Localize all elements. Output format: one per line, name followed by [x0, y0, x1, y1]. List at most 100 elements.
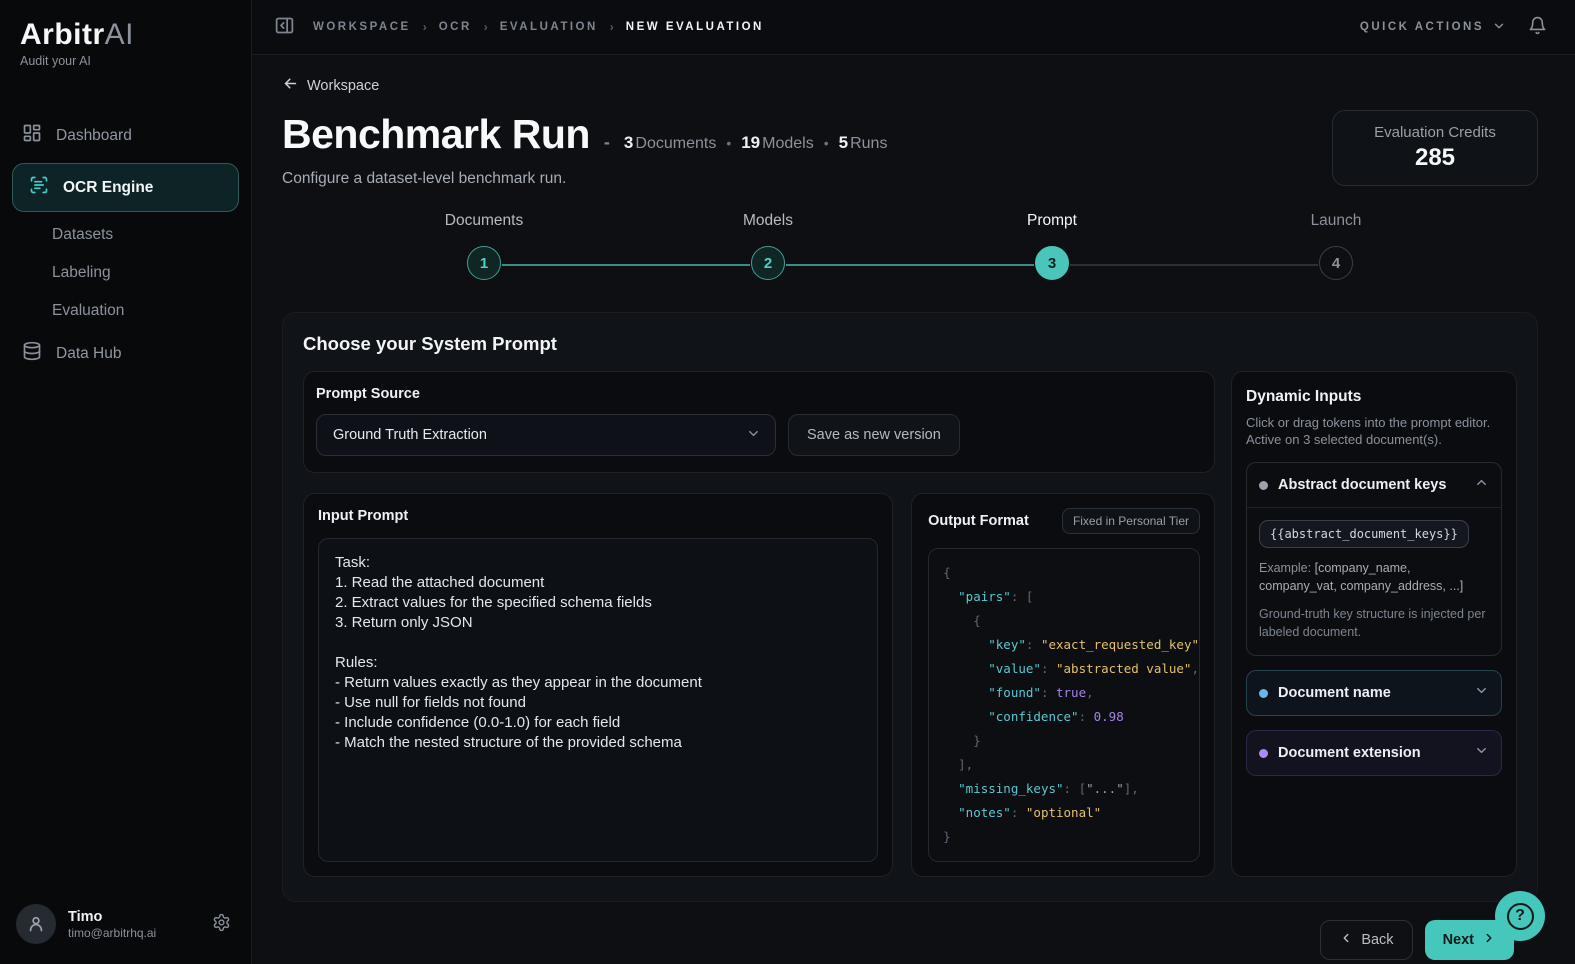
step-circle-3[interactable]: 3	[1035, 246, 1069, 280]
back-button[interactable]: Back	[1320, 920, 1412, 960]
stat-bullet: •	[824, 135, 829, 151]
topbar: WORKSPACE › OCR › EVALUATION › NEW EVALU…	[252, 0, 1575, 55]
stat-documents-label: Documents	[635, 135, 716, 152]
sidebar-item-dashboard[interactable]: Dashboard	[0, 112, 251, 159]
dynamic-inputs-title: Dynamic Inputs	[1246, 388, 1502, 406]
panel-collapse-icon	[274, 15, 295, 39]
help-button[interactable]: ?	[1495, 891, 1545, 941]
step-label: Models	[743, 212, 793, 234]
group-dot	[1259, 749, 1268, 758]
next-button-label: Next	[1443, 932, 1474, 948]
sidebar-nav: Dashboard OCR Engine Datasets Labeling E…	[0, 112, 251, 377]
breadcrumb: WORKSPACE › OCR › EVALUATION › NEW EVALU…	[313, 20, 764, 34]
breadcrumb-evaluation[interactable]: EVALUATION	[500, 21, 598, 33]
prompt-source-select[interactable]: Ground Truth Extraction	[316, 414, 776, 456]
token-example: Example: [company_name, company_vat, com…	[1259, 559, 1489, 595]
token-group-document-extension-header[interactable]: Document extension	[1247, 731, 1501, 775]
output-format-panel: Output Format Fixed in Personal Tier { "…	[911, 493, 1215, 877]
stat-bullet: •	[726, 135, 731, 151]
input-prompt-textarea[interactable]: Task: 1. Read the attached document 2. E…	[318, 538, 878, 862]
token-chip-abstract-document-keys[interactable]: {{abstract_document_keys}}	[1259, 520, 1469, 548]
arrow-left-icon	[282, 75, 299, 96]
breadcrumb-new-evaluation: NEW EVALUATION	[626, 21, 764, 33]
breadcrumb-ocr[interactable]: OCR	[439, 21, 472, 33]
evaluation-credits-card: Evaluation Credits 285	[1332, 110, 1538, 186]
breadcrumb-separator: ›	[423, 20, 427, 34]
run-stats: 3Documents • 19Models • 5Runs	[624, 133, 888, 153]
breadcrumb-separator: ›	[610, 20, 614, 34]
output-format-code: { "pairs": [ { "key": "exact_requested_k…	[928, 548, 1200, 862]
step-label: Launch	[1311, 212, 1362, 234]
brand-tagline: Audit your AI	[20, 54, 231, 68]
user-name: Timo	[68, 909, 196, 925]
brand-name-light: AI	[105, 18, 134, 51]
brand-name-bold: Arbitr	[20, 18, 105, 51]
stat-models-label: Models	[762, 135, 814, 152]
token-group-abstract-keys: Abstract document keys {{abstract_docume…	[1246, 462, 1502, 656]
stat-models-value: 19	[741, 133, 760, 152]
step-documents: Documents 1	[342, 212, 626, 292]
bell-icon	[1528, 16, 1547, 38]
sidebar-item-data-hub[interactable]: Data Hub	[0, 330, 251, 377]
scan-text-icon	[29, 175, 49, 200]
brand-logo: ArbitrAI Audit your AI	[0, 0, 251, 78]
credits-value: 285	[1415, 144, 1455, 172]
prompt-source-selected-value: Ground Truth Extraction	[333, 427, 487, 443]
database-icon	[22, 341, 42, 366]
user-email: timo@arbitrhq.ai	[68, 926, 196, 940]
prompt-source-panel: Prompt Source Ground Truth Extraction Sa…	[303, 371, 1215, 473]
tier-badge: Fixed in Personal Tier	[1062, 508, 1200, 534]
sidebar-collapse-button[interactable]	[274, 15, 295, 39]
token-note: Ground-truth key structure is injected p…	[1259, 605, 1489, 641]
chevron-down-icon	[1492, 19, 1506, 36]
back-button-label: Back	[1361, 932, 1393, 948]
save-as-new-version-button[interactable]: Save as new version	[788, 414, 960, 456]
token-group-document-extension: Document extension	[1246, 730, 1502, 776]
quick-actions-label: QUICK ACTIONS	[1360, 21, 1484, 33]
avatar	[16, 904, 56, 944]
sidebar-item-labeling[interactable]: Labeling	[0, 254, 251, 292]
step-label: Prompt	[1027, 212, 1077, 234]
sidebar-item-evaluation[interactable]: Evaluation	[0, 292, 251, 330]
group-label: Document name	[1278, 685, 1464, 701]
quick-actions-button[interactable]: QUICK ACTIONS	[1360, 19, 1506, 36]
user-meta: Timo timo@arbitrhq.ai	[68, 909, 196, 940]
input-prompt-panel: Input Prompt Task: 1. Read the attached …	[303, 493, 893, 877]
stat-documents-value: 3	[624, 133, 633, 152]
step-circle-2[interactable]: 2	[751, 246, 785, 280]
help-icon: ?	[1507, 903, 1534, 930]
group-label: Abstract document keys	[1278, 477, 1464, 493]
sidebar-item-label: Dashboard	[56, 127, 132, 145]
sidebar-item-label: Data Hub	[56, 345, 121, 363]
main-content: Workspace Benchmark Run - 3Documents • 1…	[252, 55, 1575, 964]
stepper-connector-3-4	[1070, 264, 1318, 266]
sidebar: ArbitrAI Audit your AI Dashboard OCR Eng…	[0, 0, 252, 964]
stepper-connector-2-3	[786, 264, 1034, 266]
stepper-connector-1-2	[502, 264, 750, 266]
group-label: Document extension	[1278, 745, 1464, 761]
dynamic-inputs-panel: Dynamic Inputs Click or drag tokens into…	[1231, 371, 1517, 877]
group-dot	[1259, 689, 1268, 698]
step-launch: Launch 4	[1194, 212, 1478, 292]
token-group-abstract-keys-header[interactable]: Abstract document keys	[1247, 463, 1501, 507]
step-circle-1[interactable]: 1	[467, 246, 501, 280]
chevron-right-icon	[1482, 931, 1496, 949]
step-circle-4[interactable]: 4	[1319, 246, 1353, 280]
back-to-workspace-link[interactable]: Workspace	[282, 75, 379, 96]
step-label: Documents	[445, 212, 523, 234]
title-dash: -	[604, 132, 610, 153]
prompt-source-label: Prompt Source	[316, 386, 1202, 402]
system-prompt-card: Choose your System Prompt Prompt Source …	[282, 312, 1538, 902]
sidebar-item-datasets[interactable]: Datasets	[0, 216, 251, 254]
settings-button[interactable]	[208, 909, 235, 939]
token-group-document-name-header[interactable]: Document name	[1247, 671, 1501, 715]
step-models: Models 2	[626, 212, 910, 292]
chevron-down-icon	[746, 426, 761, 445]
user-card[interactable]: Timo timo@arbitrhq.ai	[0, 888, 251, 964]
sidebar-item-ocr-engine[interactable]: OCR Engine	[12, 163, 239, 212]
chevron-down-icon	[1474, 743, 1489, 763]
notifications-button[interactable]	[1528, 16, 1547, 38]
dashboard-icon	[22, 123, 42, 148]
breadcrumb-workspace[interactable]: WORKSPACE	[313, 21, 411, 33]
step-prompt: Prompt 3	[910, 212, 1194, 292]
